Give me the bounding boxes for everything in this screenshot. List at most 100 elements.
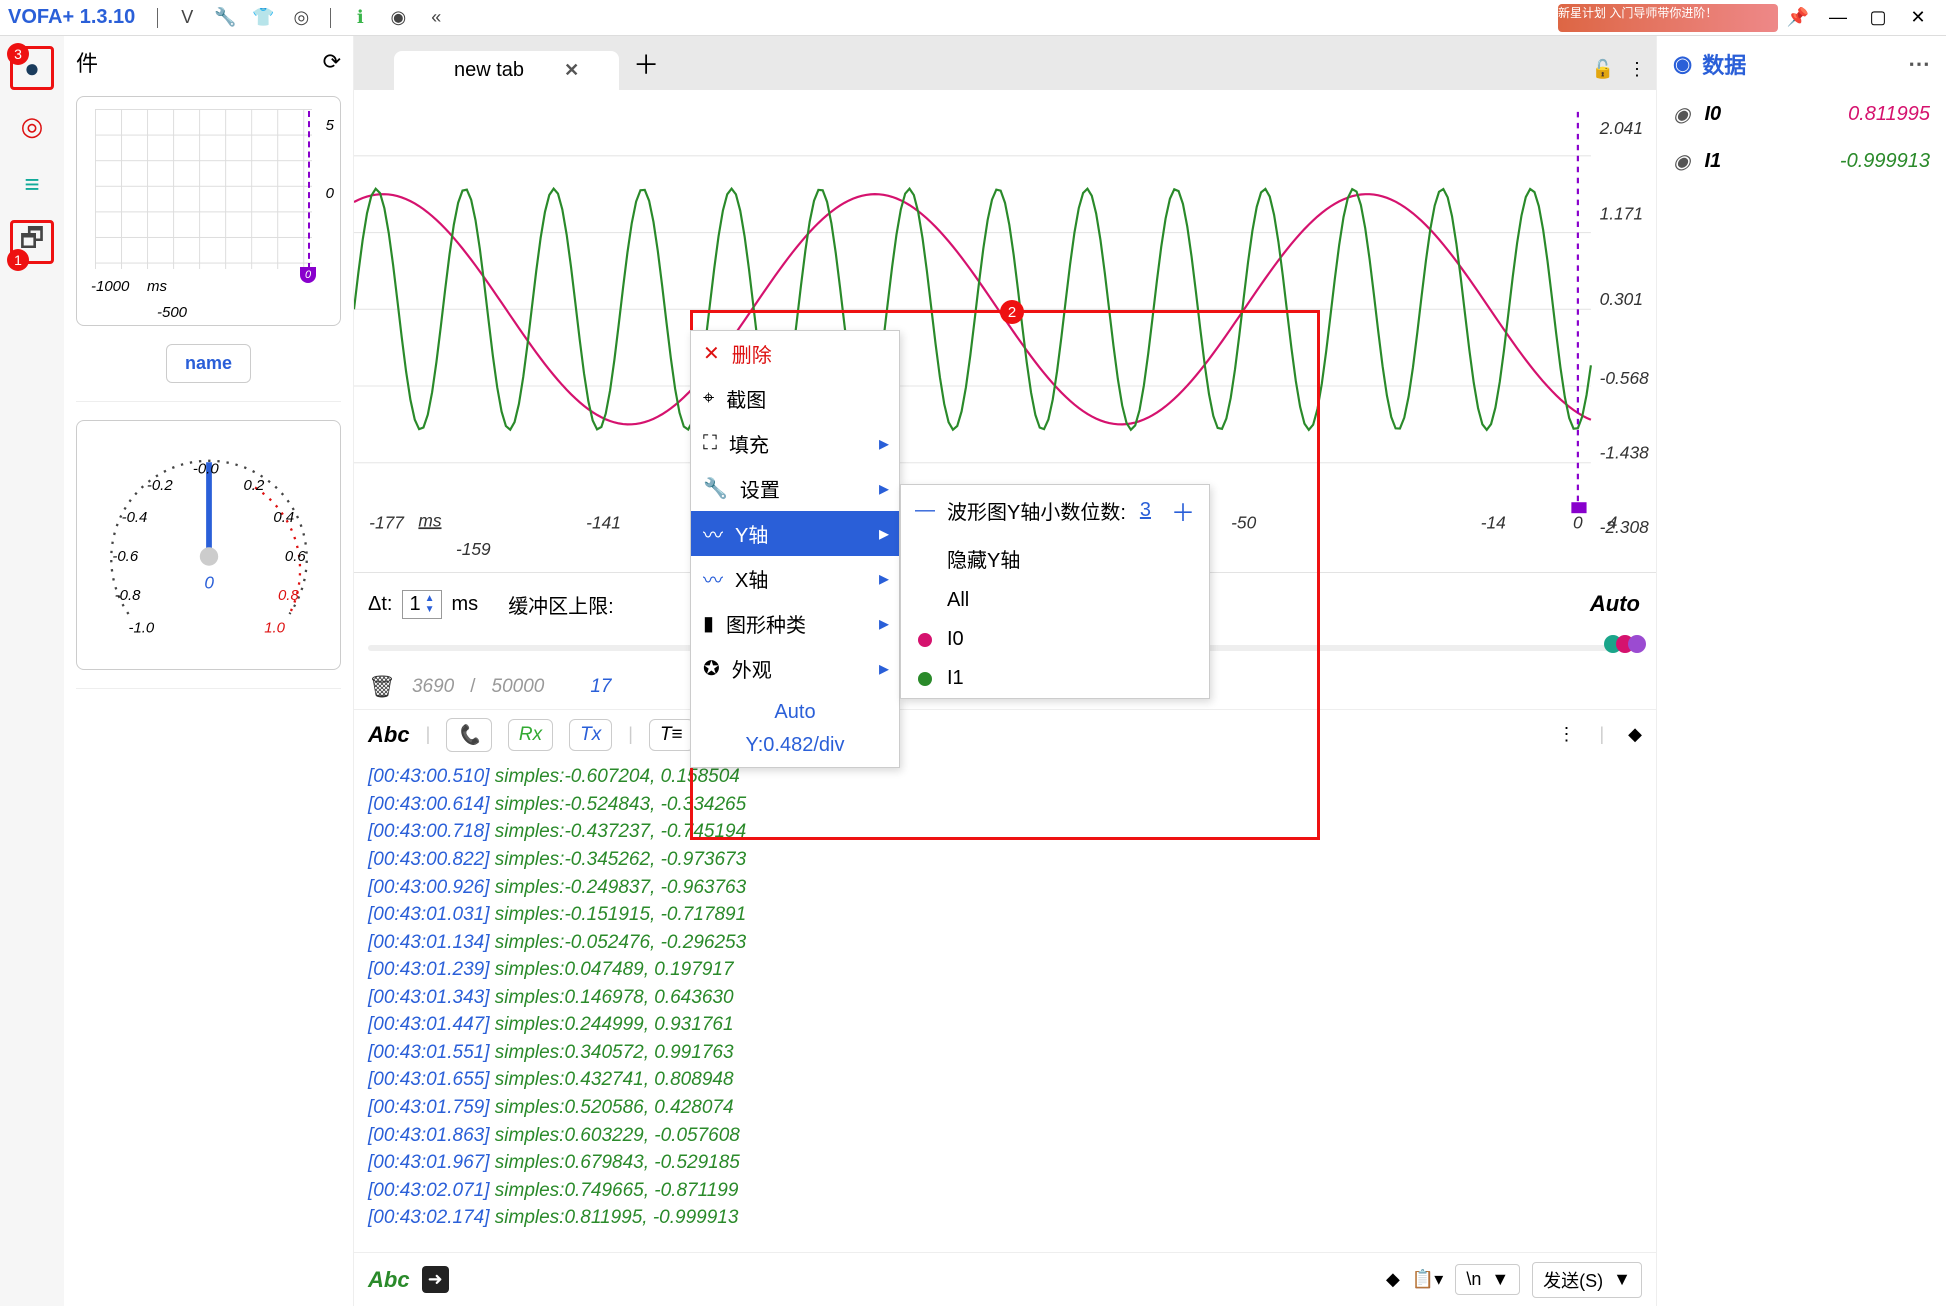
minus-icon[interactable]: —	[915, 499, 935, 522]
slider-dot-3[interactable]	[1628, 635, 1646, 653]
send-mode-icon[interactable]: ➜	[422, 1266, 449, 1293]
sub-i1[interactable]: I1	[901, 659, 1209, 698]
send-button[interactable]: 发送(S)▼	[1532, 1262, 1642, 1298]
maximize-button[interactable]: ▢	[1858, 3, 1898, 33]
promo-banner[interactable]: 新星计划 入门导师带你进阶！	[1558, 4, 1778, 32]
pin-icon[interactable]: 📌	[1778, 3, 1818, 33]
badge-1: 1	[7, 249, 29, 271]
send-clipboard-icon[interactable]: 📋▾	[1412, 1269, 1443, 1290]
tab-menu-icon[interactable]: ⋮	[1628, 59, 1646, 80]
svg-text:0: 0	[1573, 512, 1583, 532]
mini-plot-widget[interactable]: 5 0 -1000 ms -500 0	[76, 96, 341, 326]
wave-icon: 〰	[703, 564, 723, 593]
tab-new[interactable]: new tab ✕	[394, 51, 619, 90]
widgets-panel: 件 ⟳ 5 0 -1000 ms -500 0 name -1.0 -0.8 -…	[64, 36, 354, 1306]
svg-text:4: 4	[1608, 512, 1618, 532]
data-panel-menu[interactable]: ⋯	[1908, 51, 1930, 77]
svg-text:1.171: 1.171	[1600, 203, 1643, 223]
tab-label: new tab	[454, 59, 524, 82]
send-bar: Abc ➜ ◆ 📋▾ \n▼ 发送(S)▼	[354, 1252, 1656, 1306]
svg-text:0.301: 0.301	[1600, 289, 1643, 309]
badge-3: 3	[7, 43, 29, 65]
eye-icon[interactable]: ◉	[1673, 149, 1690, 174]
bars-icon: ▮	[703, 611, 714, 636]
refresh-icon[interactable]: ⟳	[323, 49, 341, 75]
fingerprint-icon[interactable]: ◉	[385, 5, 411, 31]
auto-label[interactable]: Auto	[1590, 591, 1640, 617]
ctx-auto[interactable]: Auto	[691, 691, 899, 734]
svg-text:-177: -177	[369, 512, 405, 532]
annotation-badge-2: 2	[1000, 300, 1024, 324]
ctx-y-div: Y:0.482/div	[691, 734, 899, 767]
text-format-icon[interactable]: T≡	[649, 719, 694, 751]
waveform-chart[interactable]: 2.041 1.171 0.301 -0.568 -1.438 -2.308 -…	[354, 90, 1656, 573]
log-output[interactable]: [00:43:00.510] simples:-0.607204, 0.1585…	[354, 759, 1656, 1252]
data-row-i0[interactable]: ◉ I0 0.811995	[1673, 102, 1930, 127]
target-icon[interactable]: ◎	[288, 5, 314, 31]
shirt-icon[interactable]: 👕	[250, 5, 276, 31]
svg-text:0.6: 0.6	[284, 548, 305, 565]
data-panel-title: 数据	[1702, 48, 1746, 80]
abc-toggle[interactable]: Abc	[368, 722, 410, 748]
send-eraser-icon[interactable]: ◆	[1386, 1269, 1400, 1290]
ctx-x-axis[interactable]: 〰X轴▸	[691, 556, 899, 601]
expand-icon: ⛶	[703, 432, 717, 455]
close-button[interactable]: ✕	[1898, 3, 1938, 33]
svg-text:-0.8: -0.8	[114, 587, 140, 604]
log-toolbar: Abc | 📞 Rx Tx | T≡ ⋮ | ◆	[354, 709, 1656, 759]
minimize-button[interactable]: —	[1818, 3, 1858, 33]
ctx-plot-type[interactable]: ▮图形种类▸	[691, 601, 899, 646]
info-icon[interactable]: ℹ	[347, 5, 373, 31]
ctx-screenshot[interactable]: ⌖截图	[691, 376, 899, 421]
tab-add-button[interactable]: ＋	[633, 45, 659, 82]
tabbar: new tab ✕ ＋ 🔓 ⋮	[354, 36, 1656, 90]
wrench-icon: 🔧	[703, 476, 728, 501]
plus-icon[interactable]: ＋	[1171, 493, 1195, 528]
trash-icon[interactable]: 🗑	[368, 674, 396, 700]
wave-icon: 〰	[703, 519, 723, 548]
eraser-icon[interactable]: ◆	[1628, 724, 1642, 745]
left-rail: ● 3 ◎ ≡ 🗗 1	[0, 36, 64, 1306]
center-area: new tab ✕ ＋ 🔓 ⋮	[354, 36, 1656, 1306]
data-panel: ◉ 数据 ⋯ ◉ I0 0.811995 ◉ I1 -0.999913	[1656, 36, 1946, 1306]
eye-icon[interactable]: ◉	[1673, 102, 1690, 127]
lock-icon[interactable]: 🔓	[1592, 59, 1614, 80]
svg-text:-141: -141	[586, 512, 621, 532]
send-abc[interactable]: Abc	[368, 1267, 410, 1293]
sub-decimals[interactable]: — 波形图Y轴小数位数: 3 ＋	[901, 485, 1209, 536]
svg-text:-0.2: -0.2	[146, 477, 172, 494]
data-row-i1[interactable]: ◉ I1 -0.999913	[1673, 149, 1930, 174]
dt-label: Δt:	[368, 593, 392, 616]
gauge-widget[interactable]: -1.0 -0.8 -0.6 -0.4 -0.2 -0.0 0.2 0.4 0.…	[76, 420, 341, 670]
sub-hide-y[interactable]: 隐藏Y轴	[901, 536, 1209, 581]
sub-i0[interactable]: I0	[901, 620, 1209, 659]
ctx-fill[interactable]: ⛶填充▸	[691, 421, 899, 466]
svg-text:-0.0: -0.0	[192, 461, 218, 478]
svg-text:-0.4: -0.4	[121, 509, 147, 526]
rail-list-button[interactable]: ≡	[10, 162, 54, 206]
chart-context-menu: ✕删除 ⌖截图 ⛶填充▸ 🔧设置▸ 〰Y轴▸ 〰X轴▸ ▮图形种类▸ ✪外观▸ …	[690, 330, 900, 768]
eye-icon[interactable]: ◉	[1673, 51, 1692, 77]
tab-close-icon[interactable]: ✕	[564, 60, 579, 81]
wrench-icon[interactable]: 🔧	[212, 5, 238, 31]
tx-toggle[interactable]: Tx	[569, 719, 612, 751]
newline-select[interactable]: \n▼	[1455, 1264, 1520, 1295]
rail-widgets-button[interactable]: 🗗 1	[10, 220, 54, 264]
dt-spinner[interactable]: 1 ▲▼	[402, 590, 441, 619]
svg-text:-1.438: -1.438	[1600, 442, 1649, 462]
rail-connection-button[interactable]: ● 3	[10, 46, 54, 90]
ctx-delete[interactable]: ✕删除	[691, 331, 899, 376]
rail-record-button[interactable]: ◎	[10, 104, 54, 148]
count-max: 50000	[492, 676, 545, 698]
ctx-settings[interactable]: 🔧设置▸	[691, 466, 899, 511]
ctx-appearance[interactable]: ✪外观▸	[691, 646, 899, 691]
collapse-icon[interactable]: «	[423, 5, 449, 31]
sub-all[interactable]: All	[901, 581, 1209, 620]
log-menu-icon[interactable]: ⋮	[1557, 724, 1575, 745]
name-button[interactable]: name	[166, 344, 251, 383]
ctx-y-axis[interactable]: 〰Y轴▸	[691, 511, 899, 556]
svg-text:1.0: 1.0	[264, 619, 285, 636]
phone-icon[interactable]: 📞	[446, 718, 492, 752]
v-icon[interactable]: V	[174, 5, 200, 31]
rx-toggle[interactable]: Rx	[508, 719, 553, 751]
